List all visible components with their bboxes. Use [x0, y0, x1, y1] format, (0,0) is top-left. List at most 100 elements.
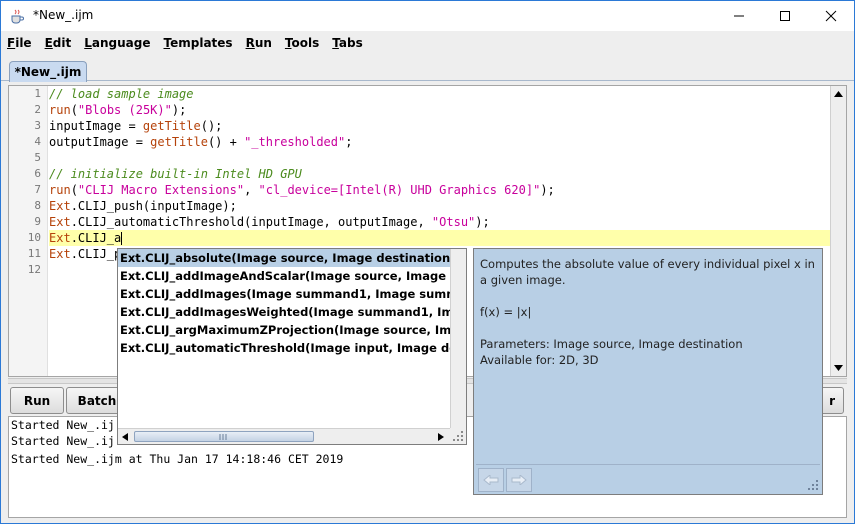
menu-tabs[interactable]: Tabs — [332, 36, 362, 50]
code-token: ); — [540, 183, 555, 197]
output-line: Started New_.ij — [11, 418, 115, 432]
autocomplete-item[interactable]: Ext.CLIJ_absolute(Image source, Image de… — [118, 249, 450, 267]
forward-arrow-icon[interactable] — [506, 468, 532, 492]
code-token: .CLIJ_push(inputImage); — [70, 199, 237, 213]
output-line: Started New_.ijm at Thu Jan 17 14:18:46 … — [11, 452, 344, 466]
autocomplete-item[interactable]: Ext.CLIJ_addImagesWeighted(Image summand… — [118, 303, 450, 321]
run-button[interactable]: Run — [10, 387, 64, 414]
code-token: Ext — [49, 247, 71, 261]
line-number: 12 — [27, 263, 41, 276]
autocomplete-popup: Ext.CLIJ_absolute(Image source, Image de… — [117, 248, 467, 445]
close-button[interactable] — [808, 1, 854, 31]
line-number: 3 — [34, 119, 41, 132]
code-line[interactable]: Ext.CLIJ_push(inputImage); — [49, 198, 831, 214]
code-token: "CLIJ Macro Extensions" — [77, 183, 245, 197]
code-token: , — [244, 183, 259, 197]
menu-tools[interactable]: Tools — [285, 36, 319, 50]
code-line[interactable] — [49, 150, 831, 166]
line-number: 2 — [34, 103, 41, 116]
code-token: "_thresholded" — [244, 135, 346, 149]
code-token: outputImage = — [49, 135, 151, 149]
code-token: ( — [70, 103, 78, 117]
code-token: getTitle — [150, 135, 208, 149]
autocomplete-vertical-scrollbar[interactable] — [450, 249, 466, 429]
editor-window: *New_.ijm File Edit Language Templates R… — [0, 0, 855, 524]
code-token: // load sample image — [49, 87, 194, 101]
description-text: Computes the absolute value of every ind… — [480, 256, 815, 368]
menu-file[interactable]: File — [7, 36, 32, 50]
code-line[interactable]: run("CLIJ Macro Extensions", "cl_device=… — [49, 182, 831, 198]
text-caret — [121, 232, 123, 245]
code-token: .CLIJ_a — [70, 231, 122, 245]
line-number: 5 — [34, 151, 41, 164]
java-coffee-icon — [9, 8, 25, 24]
line-number: 1 — [34, 87, 41, 100]
code-token: Ext — [49, 199, 71, 213]
description-parameters: Parameters: Image source, Image destinat… — [480, 337, 743, 367]
line-number: 11 — [27, 247, 41, 260]
grip-lines-icon — [219, 434, 227, 440]
minimize-button[interactable] — [716, 1, 762, 31]
title-bar: *New_.ijm — [1, 1, 854, 31]
line-number: 4 — [34, 135, 41, 148]
menu-templates[interactable]: Templates — [164, 36, 233, 50]
code-token: getTitle — [142, 119, 201, 133]
line-number-gutter: 1 2 3 4 5 6 7 8 9 10 11 12 — [9, 86, 48, 376]
menu-language[interactable]: Language — [84, 36, 150, 50]
menu-bar: File Edit Language Templates Run Tools T… — [1, 31, 854, 54]
code-line[interactable]: inputImage = getTitle(); — [49, 118, 831, 134]
line-number: 9 — [34, 215, 41, 228]
menu-run[interactable]: Run — [246, 36, 272, 50]
code-token: ( — [70, 183, 78, 197]
scroll-right-arrow-icon[interactable] — [438, 433, 444, 441]
file-tab-strip: *New_.ijm — [1, 54, 854, 82]
code-token: run — [49, 103, 71, 117]
description-summary: Computes the absolute value of every ind… — [480, 257, 815, 287]
code-line[interactable]: // initialize built-in Intel HD GPU — [49, 166, 831, 182]
code-token: Ext — [49, 231, 71, 245]
code-token: "cl_device=[Intel(R) UHD Graphics 620]" — [258, 183, 541, 197]
resize-grip-icon[interactable] — [806, 478, 820, 492]
back-arrow-icon[interactable] — [478, 468, 504, 492]
code-token: () + — [207, 135, 245, 149]
code-line[interactable]: Ext.CLIJ_automaticThreshold(inputImage, … — [49, 214, 831, 230]
code-token: .CLIJ_automaticThreshold(inputImage, out… — [70, 215, 432, 229]
code-line[interactable]: // load sample image — [49, 86, 831, 102]
autocomplete-item[interactable]: Ext.CLIJ_addImageAndScalar(Image source,… — [118, 267, 450, 285]
code-token: ); — [171, 103, 187, 117]
code-token: ; — [345, 135, 353, 149]
code-token: inputImage = — [49, 119, 143, 133]
description-navigation — [476, 464, 820, 492]
resize-grip-icon[interactable] — [450, 428, 466, 444]
tab-new-ijm[interactable]: *New_.ijm — [9, 61, 87, 82]
window-title: *New_.ijm — [33, 8, 94, 22]
line-number: 6 — [34, 167, 41, 180]
code-line[interactable]: outputImage = getTitle() + "_thresholded… — [49, 134, 831, 150]
autocomplete-item[interactable]: Ext.CLIJ_automaticThreshold(Image input,… — [118, 339, 450, 357]
autocomplete-item[interactable]: Ext.CLIJ_addImages(Image summand1, Image… — [118, 285, 450, 303]
maximize-button[interactable] — [762, 1, 808, 31]
code-token: run — [49, 183, 71, 197]
code-token: .CLIJ_p — [70, 247, 122, 261]
output-line: Started New_.ij — [11, 434, 115, 448]
code-line[interactable]: Ext.CLIJ_a — [49, 230, 831, 246]
autocomplete-horizontal-scrollbar[interactable] — [118, 428, 450, 444]
scroll-down-arrow-icon[interactable] — [831, 360, 846, 376]
line-number: 10 — [27, 231, 41, 244]
description-formula: f(x) = |x| — [480, 305, 532, 319]
scroll-up-arrow-icon[interactable] — [831, 86, 846, 102]
code-token: Ext — [49, 215, 71, 229]
function-description-panel: Computes the absolute value of every ind… — [473, 248, 823, 495]
code-token: ); — [475, 215, 490, 229]
horizontal-scroll-thumb[interactable] — [134, 431, 314, 442]
code-line[interactable]: run("Blobs (25K)"); — [49, 102, 831, 118]
code-token: (); — [200, 119, 223, 133]
line-number: 7 — [34, 183, 41, 196]
menu-edit[interactable]: Edit — [45, 36, 72, 50]
autocomplete-item[interactable]: Ext.CLIJ_argMaximumZProjection(Image sou… — [118, 321, 450, 339]
line-number: 8 — [34, 199, 41, 212]
scroll-left-arrow-icon[interactable] — [122, 433, 128, 441]
autocomplete-list: Ext.CLIJ_absolute(Image source, Image de… — [118, 249, 450, 429]
code-token: "Blobs (25K)" — [77, 103, 172, 117]
editor-vertical-scrollbar[interactable] — [830, 86, 846, 376]
